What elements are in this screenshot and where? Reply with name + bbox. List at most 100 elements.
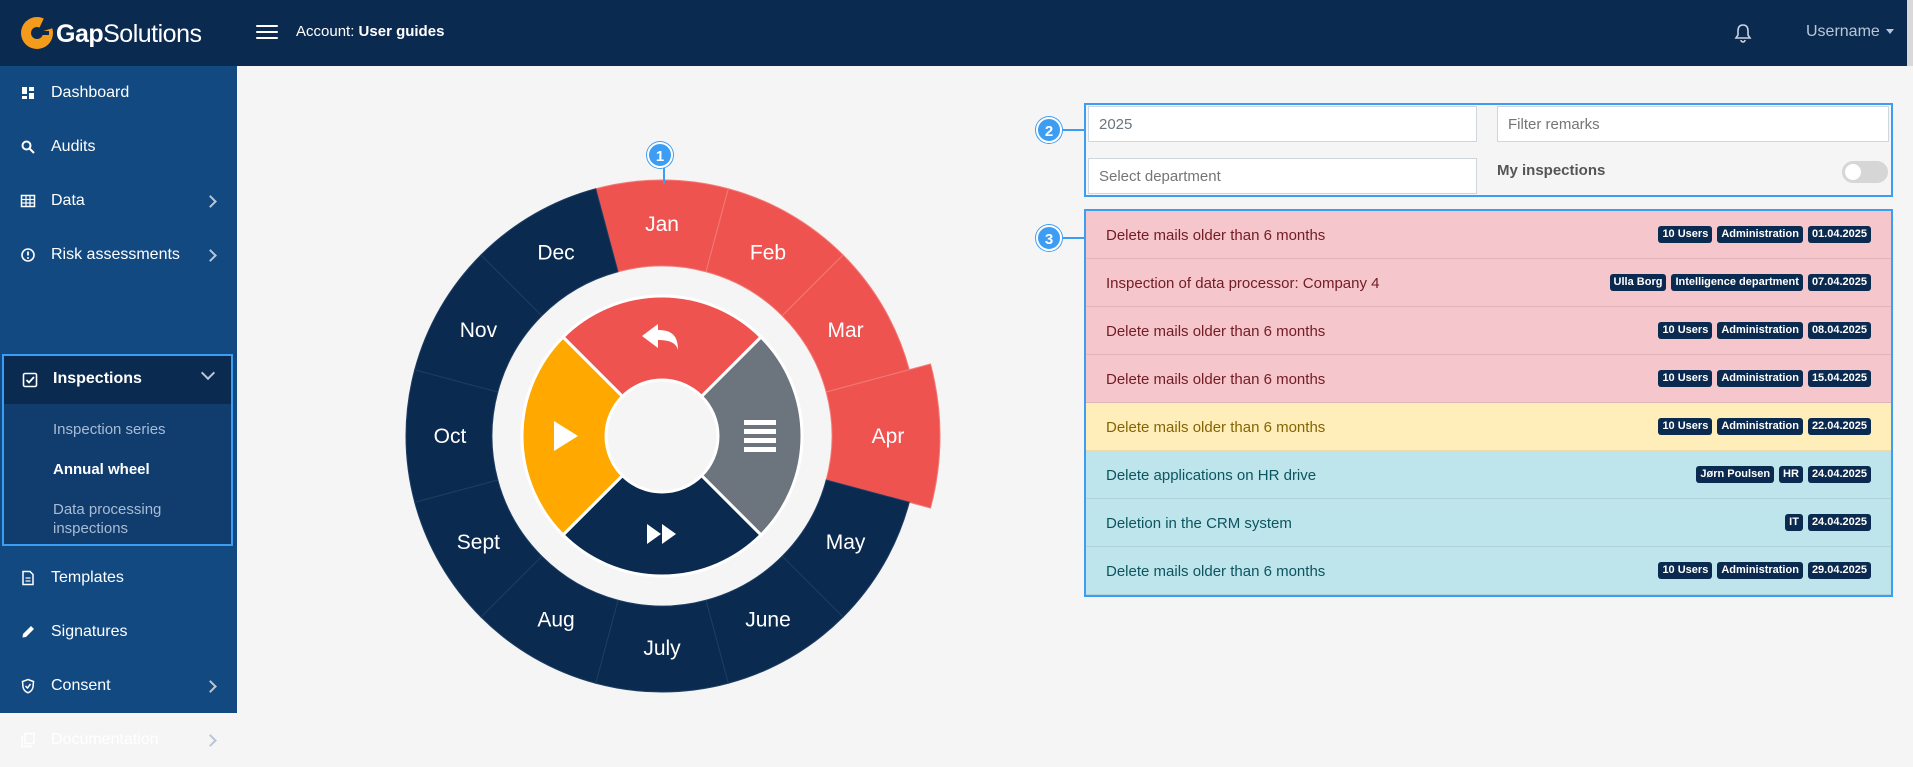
sidebar-item-audits[interactable]: Audits [0,120,237,174]
info-icon [21,248,35,262]
tag-badge: 10 Users [1658,370,1713,387]
month-label: June [745,609,791,632]
tag-badge: 07.04.2025 [1807,274,1871,291]
inspection-title: Inspection of data processor: Company 4 [1106,275,1380,292]
tag-badge: Administration [1717,322,1803,339]
marker-2-connector [1063,129,1084,131]
sidebar-item-consent[interactable]: Consent [0,659,237,713]
inspection-title: Delete mails older than 6 months [1106,563,1326,580]
sidebar-item-signatures[interactable]: Signatures [0,605,237,659]
month-label: Sept [457,531,500,554]
inspection-tags: 10 Users Administration 15.04.2025 [1658,370,1871,387]
pen-icon [22,626,34,638]
marker-1-connector [663,168,665,184]
month-segment-oct[interactable]: Oct [405,369,499,503]
tag-badge: Intelligence department [1671,274,1803,291]
month-label: May [826,531,866,554]
remarks-filter-input[interactable] [1497,106,1889,142]
inspection-title: Delete applications on HR drive [1106,467,1317,484]
sidebar-item-dashboard[interactable]: Dashboard [0,66,237,120]
inspection-title: Delete mails older than 6 months [1106,227,1326,244]
inspection-tags: 10 Users Administration 29.04.2025 [1658,562,1871,579]
tag-badge: HR [1779,466,1803,483]
table-icon [20,194,36,208]
scrollbar[interactable] [1907,0,1913,66]
inspection-row[interactable]: Delete applications on HR drive Jørn Poul… [1086,451,1891,499]
month-label: Feb [750,241,786,264]
hamburger-icon[interactable] [256,22,278,44]
search-icon [21,140,35,154]
inspection-row[interactable]: Deletion in the CRM system IT 24.04.2025 [1086,499,1891,547]
sidebar-item-label: Documentation [51,731,159,748]
sidebar-item-label: Consent [51,677,111,694]
year-input[interactable] [1088,106,1477,142]
marker-2: 2 [1036,117,1062,143]
chevron-right-icon [204,733,217,747]
chevron-right-icon [204,248,217,262]
inspection-title: Delete mails older than 6 months [1106,419,1326,436]
chevron-right-icon [204,194,217,208]
sidebar-item-documentation[interactable]: Documentation [0,713,237,767]
tag-badge: Ulla Borg [1609,274,1667,291]
tag-badge: 22.04.2025 [1807,418,1871,435]
inspection-title: Delete mails older than 6 months [1106,371,1326,388]
inspection-row[interactable]: Delete mails older than 6 months 10 Users… [1086,403,1891,451]
chevron-right-icon [204,679,217,693]
sidebar-subitem-inspection-series[interactable]: Inspection series [53,420,223,439]
sidebar-item-label: Templates [51,569,124,586]
tag-badge: Jørn Poulsen [1696,466,1775,483]
tag-badge: 29.04.2025 [1807,562,1871,579]
month-label: July [643,637,681,660]
my-inspections-toggle[interactable] [1842,161,1888,183]
tag-badge: 24.04.2025 [1807,466,1871,483]
tag-badge: 10 Users [1658,418,1713,435]
sidebar-item-inspections[interactable]: Inspections [4,356,231,404]
sidebar-subitem-annual-wheel[interactable]: Annual wheel [53,460,223,479]
department-select[interactable] [1088,158,1477,194]
sidebar-item-label: Risk assessments [51,246,180,263]
tag-badge: 08.04.2025 [1807,322,1871,339]
inspection-row[interactable]: Delete mails older than 6 months 10 Users… [1086,211,1891,259]
sidebar-item-label: Data [51,192,85,209]
tag-badge: IT [1785,514,1803,531]
sidebar-item-templates[interactable]: Templates [0,551,237,605]
toggle-knob [1845,164,1861,180]
caret-down-icon [1885,29,1894,35]
marker-1: 1 [647,142,673,168]
user-menu[interactable]: Username [1806,23,1894,41]
tag-badge: Administration [1717,370,1803,387]
inspection-tags: 10 Users Administration 01.04.2025 [1658,226,1871,243]
inspection-tags: 10 Users Administration 08.04.2025 [1658,322,1871,339]
logo-icon[interactable] [20,16,54,50]
account-breadcrumb: Account: User guides [296,23,444,40]
bell-icon[interactable] [1732,22,1754,44]
inspection-row[interactable]: Delete mails older than 6 months 10 Users… [1086,307,1891,355]
sidebar-item-data[interactable]: Data [0,174,237,228]
month-segment-july[interactable]: July [595,599,729,693]
month-label: Mar [828,319,864,342]
sidebar-item-risk-assessments[interactable]: Risk assessments [0,228,237,282]
marker-3: 3 [1036,225,1062,251]
checkbox-icon [22,372,38,388]
sidebar-subitem-data-processing-inspections[interactable]: Data processing inspections [53,500,223,538]
tag-badge: Administration [1717,562,1803,579]
tag-badge: 10 Users [1658,226,1713,243]
tag-badge: Administration [1717,226,1803,243]
month-label: Aug [537,609,574,632]
sidebar-item-label: Audits [51,138,96,155]
tag-badge: 15.04.2025 [1807,370,1871,387]
annual-wheel: Jan Feb Mar Apr May June July Aug Sept Oct Nov Dec [405,179,941,693]
dashboard-icon [22,87,34,99]
month-segment-jan[interactable]: Jan [595,179,729,273]
inspection-row[interactable]: Inspection of data processor: Company 4 U… [1086,259,1891,307]
month-label: Oct [434,425,467,448]
brand-name[interactable]: GapSolutions [56,20,202,49]
inspection-title: Deletion in the CRM system [1106,515,1292,532]
inspection-row[interactable]: Delete mails older than 6 months 10 Users… [1086,547,1891,595]
inspection-row[interactable]: Delete mails older than 6 months 10 Users… [1086,355,1891,403]
inspection-tags: IT 24.04.2025 [1785,514,1871,531]
month-label: Apr [872,425,905,448]
chevron-down-icon [200,365,216,381]
marker-3-connector [1063,237,1084,239]
tag-badge: 24.04.2025 [1807,514,1871,531]
